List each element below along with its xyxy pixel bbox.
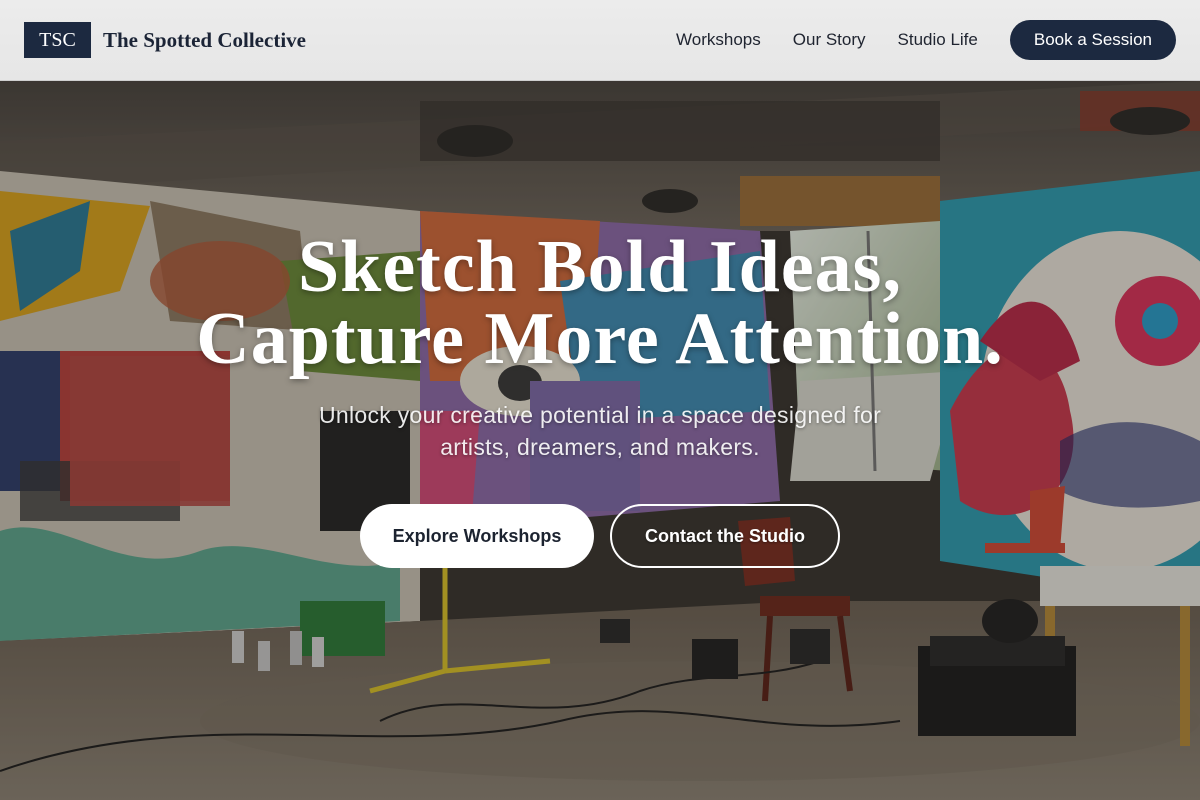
brand-name: The Spotted Collective — [103, 27, 306, 52]
hero-subheading-line-2: artists, dreamers, and makers. — [440, 434, 760, 460]
nav-link-studio-life[interactable]: Studio Life — [898, 30, 978, 50]
main-nav: Workshops Our Story Studio Life Book a S… — [676, 20, 1176, 60]
site-header: TSC The Spotted Collective Workshops Our… — [0, 0, 1200, 81]
nav-link-workshops[interactable]: Workshops — [676, 30, 761, 50]
brand[interactable]: TSC The Spotted Collective — [24, 22, 306, 58]
book-session-button[interactable]: Book a Session — [1009, 20, 1176, 60]
logo-mark: TSC — [24, 22, 91, 58]
hero-subheading-line-1: Unlock your creative potential in a spac… — [318, 402, 882, 428]
hero-section: Sketch Bold Ideas, Capture More Attentio… — [0, 81, 1200, 800]
hero-headline-line-2: Capture More Attention. — [196, 298, 1004, 380]
contact-studio-button[interactable]: Contact the Studio — [610, 504, 840, 568]
hero-headline: Sketch Bold Ideas, Capture More Attentio… — [0, 230, 1200, 376]
hero-content: Sketch Bold Ideas, Capture More Attentio… — [0, 81, 1200, 800]
hero-buttons: Explore Workshops Contact the Studio — [0, 504, 1200, 568]
hero-subheading: Unlock your creative potential in a spac… — [0, 399, 1200, 463]
explore-workshops-button[interactable]: Explore Workshops — [360, 504, 594, 568]
nav-link-our-story[interactable]: Our Story — [793, 30, 866, 50]
hero-headline-line-1: Sketch Bold Ideas, — [298, 226, 902, 308]
